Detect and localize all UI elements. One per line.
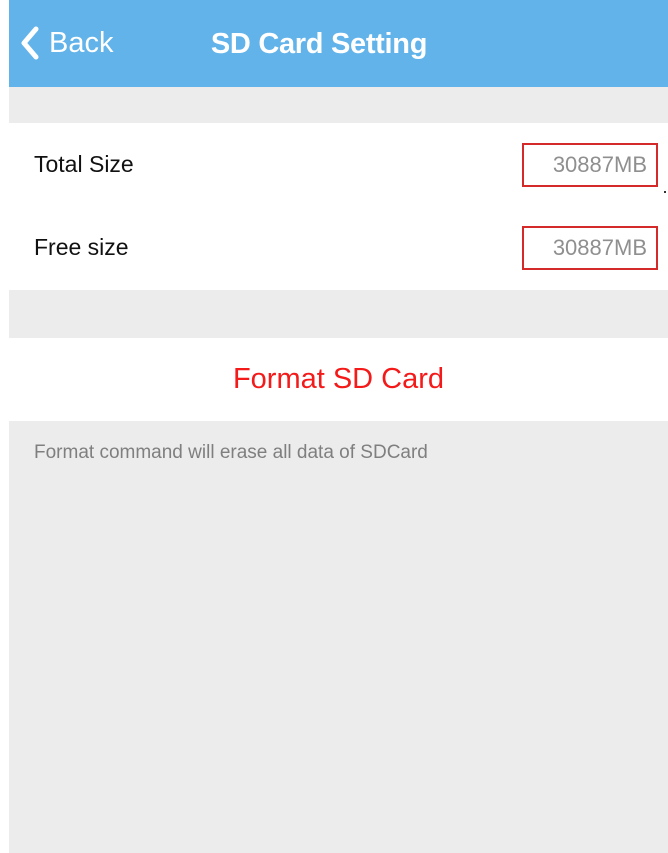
- free-size-value: 30887MB: [522, 226, 658, 270]
- chevron-left-icon: [21, 26, 39, 60]
- total-size-label: Total Size: [34, 151, 134, 177]
- stray-mark: [664, 191, 666, 193]
- free-size-row: Free size 30887MB: [9, 206, 668, 289]
- storage-info-group: Total Size 30887MB Free size 30887MB: [9, 123, 668, 290]
- back-button[interactable]: Back: [19, 18, 113, 68]
- back-label: Back: [49, 26, 114, 59]
- navigation-bar: Back SD Card Setting: [9, 0, 668, 87]
- page-title: SD Card Setting: [210, 28, 428, 60]
- total-size-row: Total Size 30887MB: [9, 123, 668, 206]
- format-sd-card-button[interactable]: Format SD Card: [9, 338, 668, 421]
- sd-card-setting-screen: Back SD Card Setting Total Size 30887MB …: [9, 0, 668, 853]
- format-action-group: Format SD Card: [9, 338, 668, 421]
- format-warning-text: Format command will erase all data of SD…: [34, 442, 428, 463]
- total-size-value: 30887MB: [522, 143, 658, 187]
- free-size-label: Free size: [34, 234, 129, 260]
